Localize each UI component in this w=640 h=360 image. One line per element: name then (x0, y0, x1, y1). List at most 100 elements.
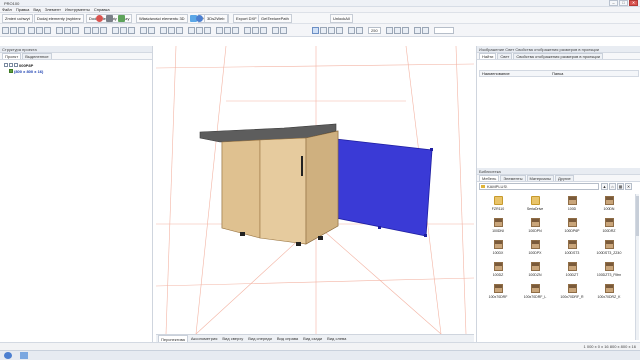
tree-row-element[interactable]: (800 x 800 x 16) (4, 68, 43, 74)
library-item[interactable]: 100DST3_ZZ40 (592, 238, 626, 260)
add-elements-button[interactable]: Dodaj elementy (wybierz (34, 14, 84, 23)
element-checkbox[interactable] (9, 69, 13, 73)
zoom-in-icon[interactable] (244, 27, 251, 34)
open-icon[interactable] (10, 27, 17, 34)
library-item[interactable]: 100DZ (481, 260, 515, 282)
scrollbar-thumb[interactable] (636, 196, 639, 236)
3ds2web-button[interactable]: 3Ds2Web (204, 14, 228, 23)
menu-file[interactable]: Файл (2, 7, 12, 12)
library-item[interactable]: 100DZT3_Filtrn (592, 260, 626, 282)
col-name[interactable]: Наименование (480, 71, 550, 76)
view-mode-icon[interactable]: ▦ (617, 183, 624, 190)
view-perspective-icon[interactable] (312, 27, 319, 34)
label-icon[interactable] (394, 27, 401, 34)
door-icon[interactable] (176, 27, 183, 34)
tab-left-view[interactable]: Вид слева (325, 335, 348, 342)
shadow-icon[interactable] (356, 27, 363, 34)
library-item[interactable]: 100x70DRF (481, 282, 515, 304)
unlock-all-button[interactable]: UnlockAll (330, 14, 353, 23)
camera-icon[interactable] (188, 27, 195, 34)
tab-light[interactable]: Свет (497, 53, 513, 59)
home-icon[interactable]: ⌂ (609, 183, 616, 190)
library-item[interactable]: 100DNI (481, 216, 515, 238)
taskbar-app-icon[interactable] (20, 352, 28, 359)
cut-icon[interactable] (56, 27, 63, 34)
bulb-icon[interactable] (348, 27, 355, 34)
close-icon[interactable]: ✕ (625, 183, 632, 190)
library-scrollbar[interactable] (635, 194, 639, 340)
group-icon[interactable] (120, 27, 127, 34)
menu-edit[interactable]: Правка (16, 7, 30, 12)
paste-icon[interactable] (72, 27, 79, 34)
stop-icon[interactable] (96, 15, 103, 22)
library-item[interactable]: 100D (555, 194, 589, 216)
export-dxf-button[interactable]: Export DXF (233, 14, 260, 23)
scene-canvas[interactable] (156, 46, 474, 334)
library-item[interactable]: 100x70DRF_L (518, 282, 552, 304)
3d-viewport[interactable] (156, 46, 474, 334)
gear-icon[interactable] (106, 15, 113, 22)
undo-icon[interactable] (36, 27, 43, 34)
copy-icon[interactable] (64, 27, 71, 34)
measure-icon[interactable] (148, 27, 155, 34)
render-icon[interactable] (204, 27, 211, 34)
library-item[interactable]: 100DX (481, 238, 515, 260)
view-solid-icon[interactable] (328, 27, 335, 34)
library-path-field[interactable]: KAMPLUS\ (479, 183, 599, 190)
dimension-icon[interactable] (386, 27, 393, 34)
library-item[interactable]: 100x70DRF_R (555, 282, 589, 304)
tab-other[interactable]: Другие (554, 175, 574, 181)
grid-icon[interactable] (216, 27, 223, 34)
ungroup-icon[interactable] (128, 27, 135, 34)
start-icon[interactable] (4, 352, 12, 359)
tab-furniture[interactable]: Мебель (479, 175, 500, 181)
menu-help[interactable]: Справка (94, 7, 110, 12)
tab-top-view[interactable]: Вид сверху (220, 335, 245, 342)
pan-icon[interactable] (272, 27, 279, 34)
tab-project[interactable]: Проект (2, 53, 22, 59)
close-button[interactable]: ✕ (629, 0, 638, 6)
library-item[interactable]: SeriaDrive (518, 194, 552, 216)
tab-dimension-props[interactable]: Свойства отображения размеров в проекции (513, 53, 603, 59)
folder-up-icon[interactable]: ▲ (601, 183, 608, 190)
mirror-icon[interactable] (140, 27, 147, 34)
help-icon[interactable] (422, 27, 429, 34)
zoom-fit-icon[interactable] (260, 27, 267, 34)
save-icon[interactable] (18, 27, 25, 34)
tab-find[interactable]: Найти (479, 53, 497, 59)
visibility-checkbox[interactable] (9, 63, 13, 67)
print-icon[interactable] (28, 27, 35, 34)
view-texture-icon[interactable] (336, 27, 343, 34)
library-item[interactable]: 100DST3 (555, 238, 589, 260)
snap-icon[interactable] (224, 27, 231, 34)
library-item[interactable]: FZR110 (481, 194, 515, 216)
ortho-icon[interactable] (232, 27, 239, 34)
zoom-out-icon[interactable] (252, 27, 259, 34)
library-item[interactable]: 100DPX (518, 238, 552, 260)
element-properties-3d-button[interactable]: Właściwości elementu 3D (136, 14, 188, 23)
library-item[interactable]: 100DZN (518, 260, 552, 282)
align-icon[interactable] (112, 27, 119, 34)
globe-icon[interactable] (196, 15, 203, 22)
expand-icon[interactable] (4, 63, 8, 67)
tab-materials[interactable]: Материалы (526, 175, 554, 181)
library-item[interactable]: 100DP6P (555, 216, 589, 238)
get-texture-path-button[interactable]: GetTexturePath (258, 14, 292, 23)
tab-elements[interactable]: Элементы (500, 175, 526, 181)
menu-element[interactable]: Элемент (45, 7, 61, 12)
view-wireframe-icon[interactable] (320, 27, 327, 34)
menu-view[interactable]: Вид (33, 7, 40, 12)
minimize-button[interactable]: – (609, 0, 618, 6)
new-icon[interactable] (2, 27, 9, 34)
scale-icon[interactable] (100, 27, 107, 34)
settings-icon[interactable] (414, 27, 421, 34)
tab-right-view[interactable]: Вид справа (275, 335, 300, 342)
menu-tools[interactable]: Инструменты (65, 7, 90, 12)
move-icon[interactable] (92, 27, 99, 34)
library-item[interactable]: 100x70DRZ_K (592, 282, 626, 304)
col-folder[interactable]: Папка (550, 71, 563, 76)
cut-list-icon[interactable] (402, 27, 409, 34)
library-item[interactable]: 100DN (592, 194, 626, 216)
floor-icon[interactable] (168, 27, 175, 34)
rotate-icon[interactable] (84, 27, 91, 34)
